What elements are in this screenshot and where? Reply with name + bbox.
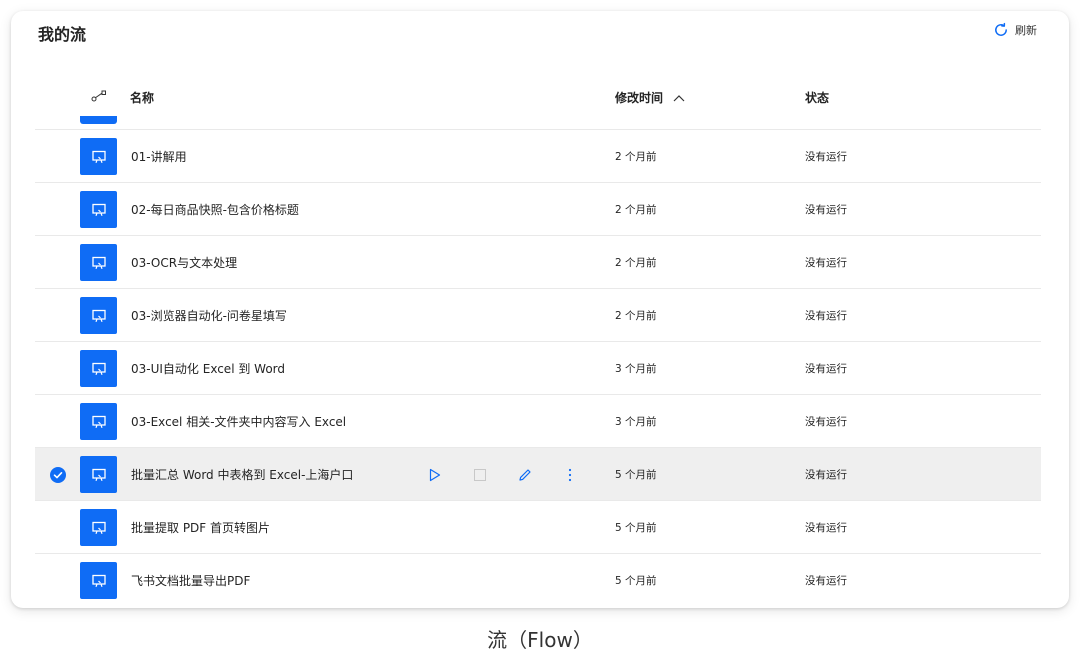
flow-modified: 2 个月前 (615, 204, 657, 216)
link-icon (91, 89, 107, 106)
desktop-flow-icon (80, 350, 117, 387)
table-header: 名称 修改时间 状态 (35, 83, 1041, 113)
flow-status: 没有运行 (805, 151, 847, 163)
refresh-label: 刷新 (1015, 24, 1037, 37)
flow-modified: 5 个月前 (615, 522, 657, 534)
table-row[interactable]: 03-UI自动化 Excel 到 Word 3 个月前 没有运行 (35, 341, 1041, 394)
refresh-icon (993, 22, 1009, 38)
desktop-flow-icon (80, 297, 117, 334)
table-row[interactable]: 02-每日商品快照-包含价格标题 2 个月前 没有运行 (35, 182, 1041, 235)
stop-icon[interactable] (470, 465, 490, 485)
desktop-flow-icon (80, 562, 117, 599)
column-header-status[interactable]: 状态 (805, 89, 829, 106)
flow-name[interactable]: 03-UI自动化 Excel 到 Word (131, 360, 285, 377)
table-row[interactable]: 03-浏览器自动化-问卷星填写 2 个月前 没有运行 (35, 288, 1041, 341)
figure-caption: 流（Flow） (487, 628, 593, 652)
flow-status: 没有运行 (805, 310, 847, 322)
column-header-modified[interactable]: 修改时间 (615, 89, 685, 106)
desktop-flow-icon (80, 138, 117, 175)
flow-modified: 2 个月前 (615, 310, 657, 322)
flow-modified: 2 个月前 (615, 151, 657, 163)
flow-modified: 2 个月前 (615, 257, 657, 269)
flows-card: 我的流 刷新 名称 修改时间 状态 01-讲解用 2 个月前 没有运行 02-每… (11, 11, 1069, 608)
desktop-flow-icon (80, 403, 117, 440)
table-row[interactable]: 飞书文档批量导出PDF 5 个月前 没有运行 (35, 553, 1041, 606)
flow-status: 没有运行 (805, 522, 847, 534)
desktop-flow-icon (80, 456, 117, 493)
flow-status: 没有运行 (805, 575, 847, 587)
flow-status: 没有运行 (805, 363, 847, 375)
flow-modified: 5 个月前 (615, 469, 657, 481)
run-icon[interactable] (425, 465, 445, 485)
sort-ascending-icon (673, 91, 685, 105)
flow-name[interactable]: 01-讲解用 (131, 148, 187, 165)
flow-list: 01-讲解用 2 个月前 没有运行 02-每日商品快照-包含价格标题 2 个月前 没有运行… (35, 129, 1041, 606)
table-row[interactable]: 03-OCR与文本处理 2 个月前 没有运行 (35, 235, 1041, 288)
flow-name[interactable]: 批量提取 PDF 首页转图片 (131, 519, 270, 536)
desktop-flow-icon (80, 191, 117, 228)
flow-name[interactable]: 03-Excel 相关-文件夹中内容写入 Excel (131, 413, 346, 430)
flow-name[interactable]: 批量汇总 Word 中表格到 Excel-上海户口 (131, 466, 353, 483)
table-row[interactable]: 03-Excel 相关-文件夹中内容写入 Excel 3 个月前 没有运行 (35, 394, 1041, 447)
row-actions (425, 465, 585, 485)
flow-status: 没有运行 (805, 257, 847, 269)
flow-name[interactable]: 飞书文档批量导出PDF (131, 572, 250, 589)
desktop-flow-icon (80, 509, 117, 546)
flow-icon-partial (80, 116, 117, 124)
flow-status: 没有运行 (805, 469, 847, 481)
page-title: 我的流 (38, 25, 87, 44)
flow-status: 没有运行 (805, 416, 847, 428)
refresh-button[interactable]: 刷新 (993, 22, 1037, 38)
desktop-flow-icon (80, 244, 117, 281)
column-header-modified-label: 修改时间 (615, 91, 664, 105)
flow-name[interactable]: 03-浏览器自动化-问卷星填写 (131, 307, 287, 324)
more-icon[interactable] (560, 465, 580, 485)
table-row[interactable]: 01-讲解用 2 个月前 没有运行 (35, 129, 1041, 182)
flow-modified: 3 个月前 (615, 416, 657, 428)
flow-modified: 5 个月前 (615, 575, 657, 587)
flow-modified: 3 个月前 (615, 363, 657, 375)
table-row[interactable]: 批量汇总 Word 中表格到 Excel-上海户口 5 个月前 没有运行 (35, 447, 1041, 500)
edit-icon[interactable] (515, 465, 535, 485)
row-checked-icon[interactable] (50, 467, 66, 483)
column-header-name[interactable]: 名称 (130, 89, 154, 106)
flow-name[interactable]: 02-每日商品快照-包含价格标题 (131, 201, 299, 218)
table-row[interactable]: 批量提取 PDF 首页转图片 5 个月前 没有运行 (35, 500, 1041, 553)
flow-name[interactable]: 03-OCR与文本处理 (131, 254, 237, 271)
flow-status: 没有运行 (805, 204, 847, 216)
